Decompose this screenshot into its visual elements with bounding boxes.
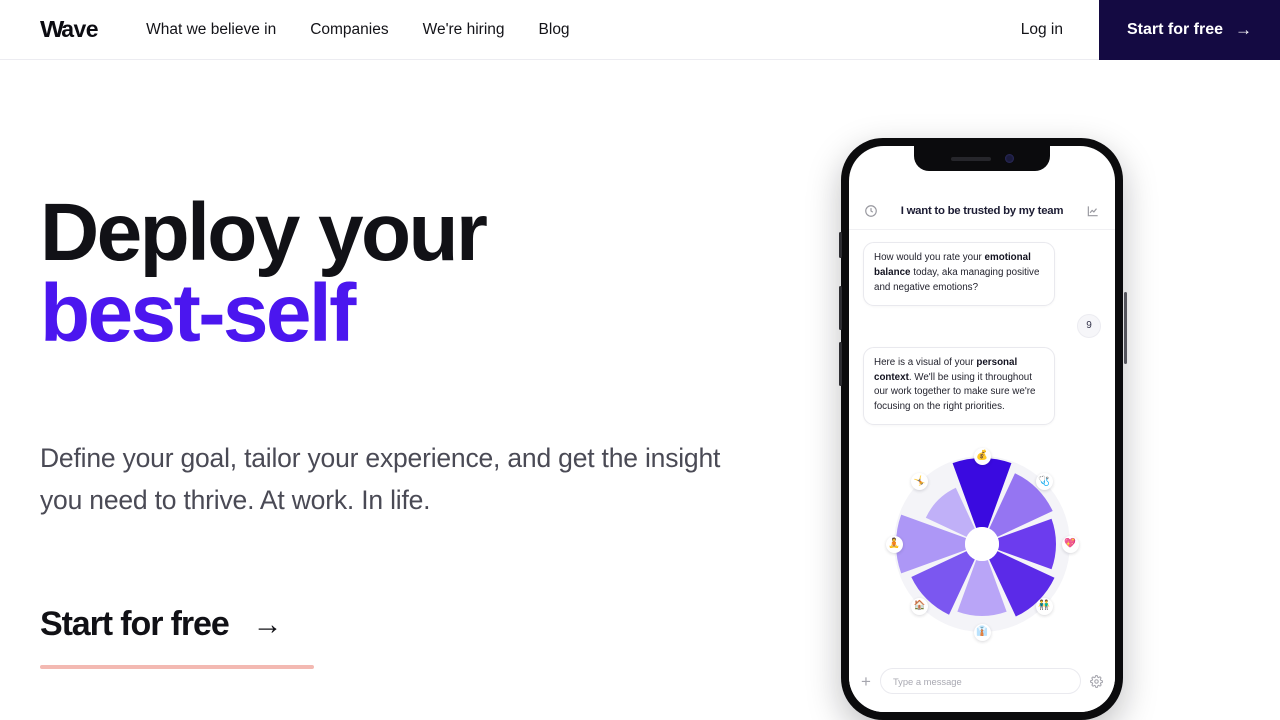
login-link[interactable]: Log in [1021, 21, 1063, 39]
phone-mockup: I want to be trusted by my team How woul… [839, 138, 1127, 720]
hero-cta-label: Start for free [40, 605, 230, 643]
header-actions: Log in Start for free → [1021, 0, 1280, 60]
goal-title: I want to be trusted by my team [900, 205, 1064, 217]
hero-section: Deploy your best-self Define your goal, … [40, 60, 800, 720]
phone-volume-down-button [839, 342, 842, 386]
hero-title-line-2: best-self [40, 268, 356, 360]
wheel-emoji-layer: 💰 🩺 💖 👬 👔 🏠 🧘 🤸 [885, 447, 1079, 641]
header-start-for-free-button[interactable]: Start for free → [1098, 0, 1280, 60]
front-camera-icon [1004, 154, 1014, 163]
chart-line-icon[interactable] [1085, 203, 1101, 219]
user-answer-row: 9 [863, 313, 1101, 338]
nav-item-companies[interactable]: Companies [310, 21, 388, 39]
personal-context-wheel: 💰 🩺 💖 👬 👔 🏠 🧘 🤸 [849, 446, 1115, 642]
phone-screen: I want to be trusted by my team How woul… [849, 146, 1115, 712]
logo-w-glyph: W [40, 16, 64, 42]
message-1-part-1: How would you rate your [874, 252, 985, 263]
arrow-right-icon: → [252, 607, 283, 641]
app-header: I want to be trusted by my team [849, 193, 1115, 230]
logo-text: ave [61, 16, 99, 42]
assistant-message-2: Here is a visual of your personal contex… [863, 346, 1055, 426]
speaker-icon [950, 156, 991, 161]
wheel-emoji-friends-family-icon: 👬 [1035, 597, 1053, 615]
nav-item-blog[interactable]: Blog [539, 21, 570, 39]
phone-mute-switch [839, 232, 842, 258]
hero-subtitle: Define your goal, tailor your experience… [40, 443, 721, 515]
site-header: Wave What we believe in Companies We're … [0, 0, 1280, 60]
hero-cta-underline [40, 665, 314, 669]
gear-icon[interactable] [1090, 674, 1103, 688]
wheel-emoji-finances-icon: 💰 [973, 447, 991, 465]
clock-icon[interactable] [863, 203, 879, 219]
phone-power-button [1124, 292, 1127, 364]
wheel-emoji-love-icon: 💖 [1061, 535, 1079, 553]
message-input[interactable] [879, 668, 1081, 694]
message-2-part-1: Here is a visual of your [874, 356, 977, 368]
wheel-emoji-health-icon: 🩺 [1035, 473, 1053, 491]
wheel-emoji-personal-growth-icon: 🧘 [885, 535, 903, 553]
user-rating-value: 9 [1077, 313, 1101, 338]
hero-title-line-1: Deploy your [40, 187, 488, 278]
nav-item-what-we-believe-in[interactable]: What we believe in [146, 21, 276, 39]
header-cta-label: Start for free [1126, 20, 1223, 38]
main-nav: What we believe in Companies We're hirin… [146, 21, 569, 39]
page-title: Deploy your best-self [40, 192, 488, 360]
assistant-message-1: How would you rate your emotional balanc… [863, 242, 1055, 306]
message-input-bar: + [849, 650, 1115, 712]
hero-cta-row: Start for free → [40, 605, 314, 644]
phone-volume-up-button [839, 286, 842, 330]
wheel-emoji-home-icon: 🏠 [911, 597, 929, 615]
wheel-emoji-career-icon: 👔 [973, 623, 991, 641]
nav-item-were-hiring[interactable]: We're hiring [423, 21, 505, 39]
plus-icon[interactable]: + [861, 673, 871, 690]
wave-logo[interactable]: Wave [40, 16, 99, 43]
phone-notch [914, 146, 1050, 171]
hero-start-for-free-link[interactable]: Start for free → [40, 605, 314, 669]
arrow-right-icon: → [1235, 20, 1252, 39]
wheel-emoji-fun-recreation-icon: 🤸 [911, 473, 929, 491]
